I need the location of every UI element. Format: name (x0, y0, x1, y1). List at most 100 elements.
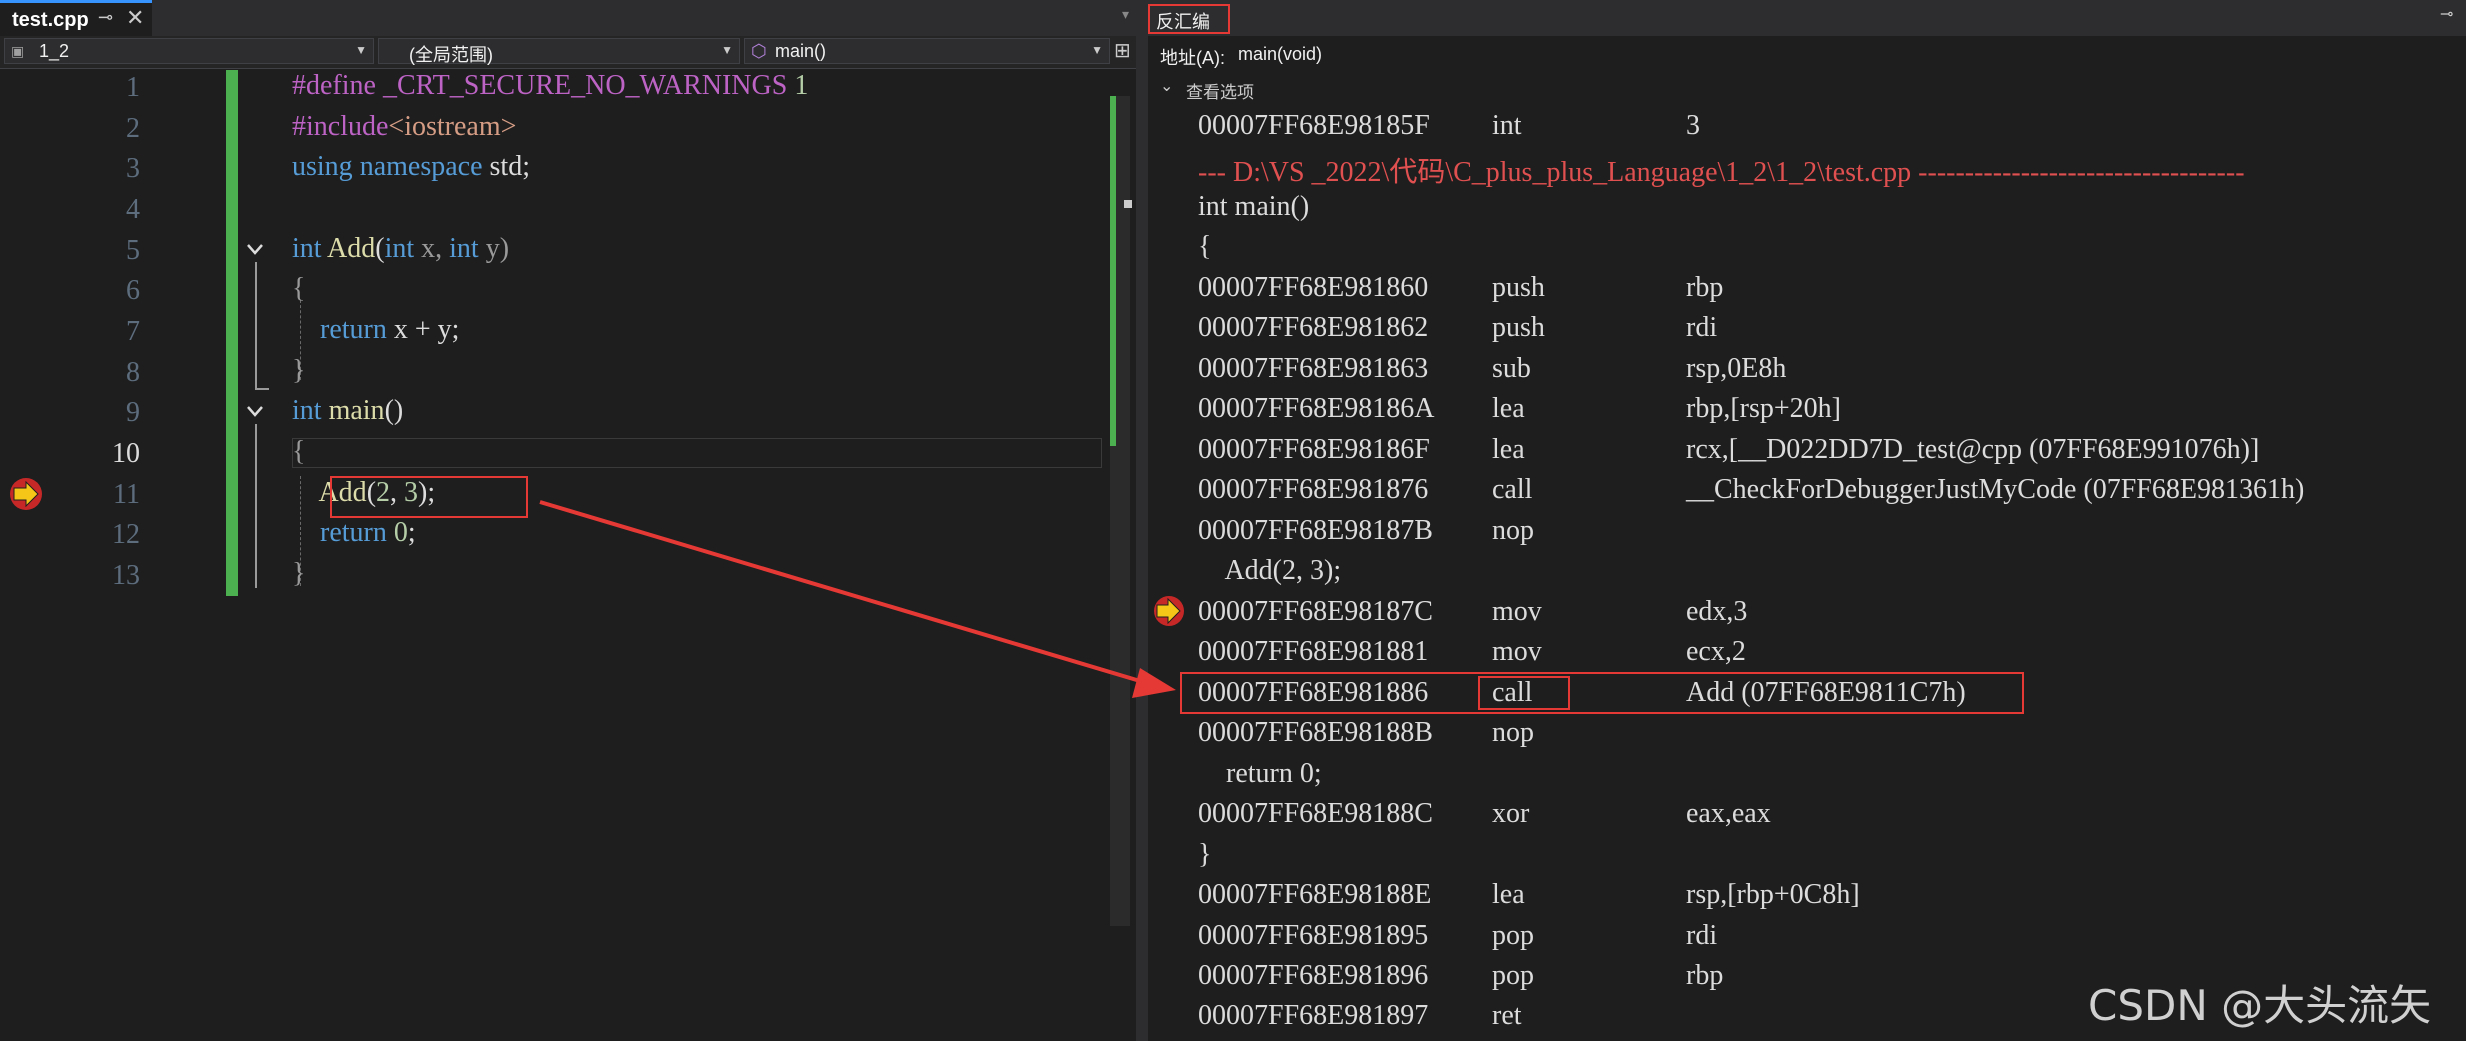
line-number: 1 (126, 72, 140, 103)
asm-mnemonic: nop (1492, 717, 1534, 748)
close-icon[interactable]: ✕ (126, 5, 144, 31)
asm-address: 00007FF68E98185F (1198, 110, 1430, 141)
code-line: { (292, 273, 306, 304)
code-line: #include<iostream> (292, 111, 517, 142)
address-label: 地址(A): (1160, 48, 1225, 68)
chevron-down-icon[interactable]: ⌄ (1160, 76, 1173, 96)
code-line: using namespace std; (292, 151, 530, 182)
pin-icon[interactable]: ⊸ (2440, 4, 2453, 24)
asm-address: 00007FF68E981860 (1198, 272, 1429, 303)
chevron-down-icon: ▼ (721, 43, 733, 57)
line-number: 5 (126, 235, 140, 266)
line-number: 3 (126, 153, 140, 184)
asm-mnemonic: nop (1492, 515, 1534, 546)
source-code-line: return 0; (1198, 758, 1322, 789)
scrollbar-thumb-marker (1124, 200, 1132, 208)
line-number: 4 (126, 194, 140, 225)
tab-title: test.cpp (12, 9, 89, 31)
scope-dropdown[interactable]: (全局范围) ▼ (378, 38, 740, 65)
fold-toggle-icon[interactable] (244, 400, 266, 422)
chevron-down-icon: ▼ (355, 43, 367, 57)
fold-guide (255, 262, 257, 390)
asm-address: 00007FF68E981862 (1198, 312, 1429, 343)
function-label: main() (775, 41, 827, 61)
asm-operand: rdi (1686, 312, 1718, 343)
asm-operand: rbp,[rsp+20h] (1686, 393, 1841, 424)
fold-guide (255, 424, 257, 588)
asm-operand: rsp,[rbp+0C8h] (1686, 879, 1860, 910)
cube-icon: ⬡ (751, 41, 767, 61)
asm-operand: rsp,0E8h (1686, 353, 1787, 384)
navigation-bar: ▣ 1_2 ▼ (全局范围) ▼ ⬡ main() ▼ ⊞ (0, 36, 1136, 69)
asm-mnemonic: mov (1492, 596, 1542, 627)
asm-mnemonic: push (1492, 272, 1545, 303)
tab-test-cpp[interactable]: test.cpp ⊸ ✕ (0, 0, 152, 36)
asm-mnemonic: mov (1492, 636, 1542, 667)
watermark-text: CSDN @大头流矢 (2088, 981, 2432, 1030)
asm-address: 00007FF68E981881 (1198, 636, 1429, 667)
current-statement-arrow-icon (10, 478, 42, 510)
asm-address: 00007FF68E98186F (1198, 434, 1430, 465)
asm-mnemonic: ret (1492, 1000, 1522, 1031)
asm-address: 00007FF68E981895 (1198, 920, 1429, 951)
disassembly-tab-bar (1148, 0, 2466, 36)
source-code-line: Add(2, 3); (1198, 555, 1342, 586)
source-code-line: } (1198, 839, 1212, 870)
pane-splitter[interactable] (1136, 0, 1148, 1041)
line-number: 12 (112, 519, 140, 550)
asm-address: 00007FF68E981876 (1198, 474, 1429, 505)
asm-mnemonic: lea (1492, 393, 1525, 424)
asm-address: 00007FF68E98188B (1198, 717, 1433, 748)
split-icon[interactable]: ⊞ (1114, 38, 1131, 63)
fold-guide (255, 388, 269, 390)
code-line: int main() (292, 395, 404, 426)
asm-address: 00007FF68E981897 (1198, 1000, 1429, 1031)
source-file-line: --- D:\VS _2022\代码\C_plus_plus_Language\… (1198, 157, 2245, 188)
address-input[interactable]: main(void) (1238, 44, 1322, 65)
line-number: 8 (126, 357, 140, 388)
line-number: 9 (126, 397, 140, 428)
code-editor-pane (0, 0, 1136, 1041)
asm-address: 00007FF68E98186A (1198, 393, 1435, 424)
code-line: int Add(int x, int y) (292, 233, 510, 264)
highlight-box-add-call (330, 476, 528, 518)
asm-operand: rcx,[__D022DD7D_test@cpp (07FF68E991076h… (1686, 434, 2260, 465)
highlight-box-call-mnemonic (1478, 676, 1570, 710)
asm-operand: rdi (1686, 920, 1718, 951)
project-dropdown[interactable]: ▣ 1_2 ▼ (4, 38, 374, 64)
function-dropdown[interactable]: ⬡ main() ▼ (744, 38, 1110, 64)
asm-address: 00007FF68E98188E (1198, 879, 1432, 910)
editor-tab-bar (0, 0, 1136, 38)
line-number: 13 (112, 560, 140, 591)
asm-address: 00007FF68E98187B (1198, 515, 1433, 546)
asm-address: 00007FF68E981863 (1198, 353, 1429, 384)
asm-operand: __CheckForDebuggerJustMyCode (07FF68E981… (1686, 474, 2305, 505)
code-line: } (292, 558, 306, 589)
asm-operand: ecx,2 (1686, 636, 1746, 667)
line-number-current: 10 (112, 438, 140, 469)
collapse-icon[interactable]: ▾ (1122, 6, 1129, 23)
code-line: return 0; (292, 517, 416, 548)
code-line: return x + y; (292, 314, 460, 345)
asm-mnemonic: sub (1492, 353, 1531, 384)
asm-mnemonic: lea (1492, 879, 1525, 910)
asm-operand: rbp (1686, 272, 1724, 303)
line-number: 7 (126, 316, 140, 347)
asm-mnemonic: int (1492, 110, 1522, 141)
fold-toggle-icon[interactable] (244, 238, 266, 260)
asm-mnemonic: call (1492, 474, 1533, 505)
asm-mnemonic: pop (1492, 920, 1534, 951)
scope-label: (全局范围) (409, 45, 493, 65)
asm-address: 00007FF68E98187C (1198, 596, 1433, 627)
view-options-toggle[interactable]: 查看选项 (1186, 78, 1254, 103)
line-number: 6 (126, 275, 140, 306)
asm-operand: edx,3 (1686, 596, 1748, 627)
asm-operand: 3 (1686, 110, 1700, 141)
asm-address: 00007FF68E981896 (1198, 960, 1429, 991)
code-line: #define _CRT_SECURE_NO_WARNINGS 1 (292, 70, 809, 101)
project-label: 1_2 (39, 41, 70, 61)
current-instruction-arrow-icon (1154, 596, 1184, 626)
asm-mnemonic: push (1492, 312, 1545, 343)
pin-icon[interactable]: ⊸ (98, 7, 113, 28)
asm-operand: eax,eax (1686, 798, 1771, 829)
